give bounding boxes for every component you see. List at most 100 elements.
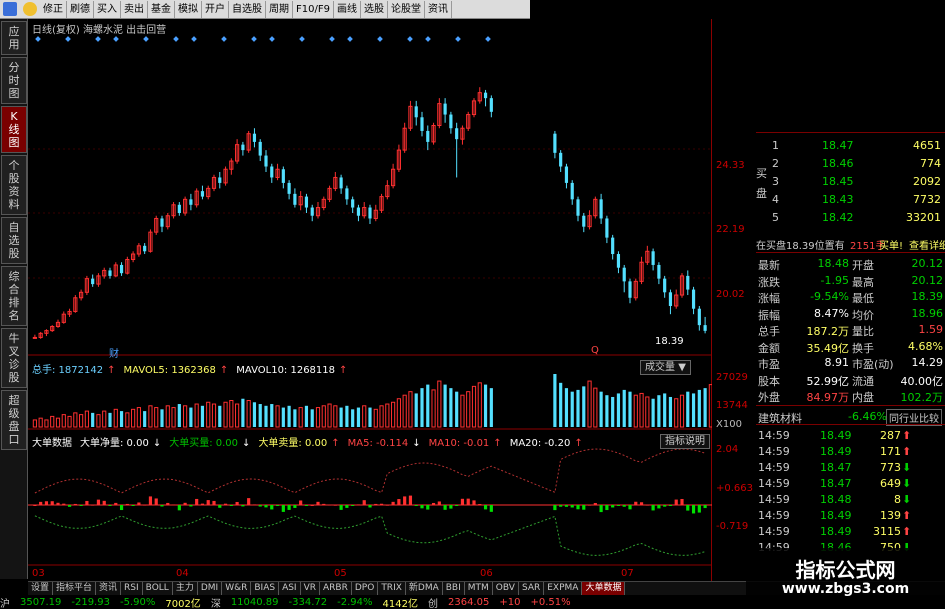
candle-body[interactable] [576,199,580,216]
candle-body[interactable] [310,207,314,216]
event-marker[interactable] [95,36,101,42]
bulb-icon[interactable] [23,2,37,16]
event-marker[interactable] [299,36,305,42]
indicator-tab-3[interactable]: RSI [121,582,143,595]
event-marker[interactable] [407,36,413,42]
kline-chart[interactable] [28,19,712,585]
left-tab-7[interactable]: 超级盘口 [1,390,27,450]
candle-body[interactable] [483,92,488,99]
candle-body[interactable] [189,199,193,205]
orderbook-row[interactable]: 4 18.43 7732 [756,192,945,208]
toolbar-item-13[interactable]: 资讯 [425,0,452,18]
candle-body[interactable] [91,278,95,285]
candle-body[interactable] [697,308,701,326]
event-marker[interactable] [485,36,491,42]
event-marker[interactable] [113,36,119,42]
indicator-tab-6[interactable]: DMI [198,582,223,595]
indicator-tab-16[interactable]: MTM [465,582,493,595]
indicator-tab-10[interactable]: VR [301,582,321,595]
event-marker[interactable] [377,36,383,42]
event-marker[interactable] [191,36,197,42]
candle-body[interactable] [339,177,343,189]
candle-body[interactable] [559,152,563,167]
toolbar-item-7[interactable]: 自选股 [229,0,266,18]
candle-body[interactable] [616,254,621,268]
toolbar-item-6[interactable]: 开户 [202,0,229,18]
indicator-tab-8[interactable]: BIAS [251,582,280,595]
candle-body[interactable] [570,182,574,200]
event-marker[interactable] [143,36,149,42]
candle-body[interactable] [218,177,222,183]
indicator-tab-5[interactable]: 主力 [173,582,198,595]
candle-body[interactable] [686,275,690,290]
candle-body[interactable] [420,117,424,131]
indicator-tab-4[interactable]: BOLL [143,582,173,595]
indicator-tab-1[interactable]: 指标平台 [53,582,97,595]
orderbook-row[interactable]: 5 18.42 33201 [756,210,945,226]
toolbar-item-9[interactable]: F10/F9 [293,0,334,18]
indicator-tab-7[interactable]: W&R [222,582,252,595]
toolbar-item-10[interactable]: 画线 [334,0,361,18]
event-marker[interactable] [329,36,335,42]
candle-body[interactable] [564,166,569,183]
candle-body[interactable] [455,128,459,140]
candle-body[interactable] [356,207,361,216]
indicator-tab-17[interactable]: OBV [493,582,519,595]
event-marker[interactable] [251,36,257,42]
candle-body[interactable] [449,114,453,129]
candle-body[interactable] [582,215,586,227]
left-tab-0[interactable]: 应用 [1,21,27,55]
left-tab-1[interactable]: 分时图 [1,57,27,104]
indicator-tab-18[interactable]: SAR [519,582,545,595]
event-marker[interactable] [425,36,431,42]
candle-body[interactable] [628,281,632,298]
candle-body[interactable] [703,325,707,331]
indicator-tab-15[interactable]: BBI [443,582,465,595]
left-tab-5[interactable]: 综合排名 [1,266,27,326]
event-marker[interactable] [221,36,227,42]
candle-body[interactable] [252,133,257,142]
event-marker[interactable] [65,36,71,42]
candle-body[interactable] [264,155,268,167]
candle-body[interactable] [663,278,667,293]
candle-body[interactable] [351,199,355,208]
notice-buy-button[interactable]: 买单! [879,237,903,252]
candle-body[interactable] [287,182,291,194]
indicator-tab-0[interactable]: 设置 [28,582,54,595]
candle-body[interactable] [605,218,609,238]
candle-body[interactable] [611,237,615,255]
candle-body[interactable] [622,267,626,282]
indicator-tab-9[interactable]: ASI [279,582,301,595]
event-marker[interactable] [455,36,461,42]
candle-body[interactable] [489,98,493,112]
toolbar-item-0[interactable]: 修正 [40,0,67,18]
event-marker[interactable] [269,36,275,42]
toolbar-item-11[interactable]: 选股 [361,0,388,18]
indicator-tab-13[interactable]: TRIX [378,582,406,595]
candle-body[interactable] [281,169,285,183]
candle-body[interactable] [426,130,430,142]
candle-body[interactable] [108,270,112,276]
candle-body[interactable] [293,193,297,205]
candle-body[interactable] [651,251,655,265]
toolbar-item-4[interactable]: 基金 [148,0,175,18]
candle-body[interactable] [241,144,245,151]
candle-body[interactable] [304,196,309,208]
left-tab-2[interactable]: K线图 [1,106,27,153]
q-mark[interactable]: Q [591,345,599,356]
event-marker[interactable] [347,36,353,42]
candle-body[interactable] [32,336,37,339]
event-marker[interactable] [173,36,179,42]
notice-detail-button[interactable]: 查看详细 [909,237,945,252]
indicator-tab-20[interactable]: 大单数据 [582,582,626,595]
candle-body[interactable] [270,166,274,178]
candle-body[interactable] [599,199,603,219]
candle-body[interactable] [345,188,349,200]
indicator-explain-button[interactable]: 指标说明 [660,434,710,449]
candle-body[interactable] [258,141,262,156]
candle-body[interactable] [668,292,673,306]
toolbar-item-5[interactable]: 模拟 [175,0,202,18]
toolbar-item-2[interactable]: 买入 [94,0,121,18]
candle-body[interactable] [414,106,418,118]
candle-body[interactable] [553,133,557,153]
